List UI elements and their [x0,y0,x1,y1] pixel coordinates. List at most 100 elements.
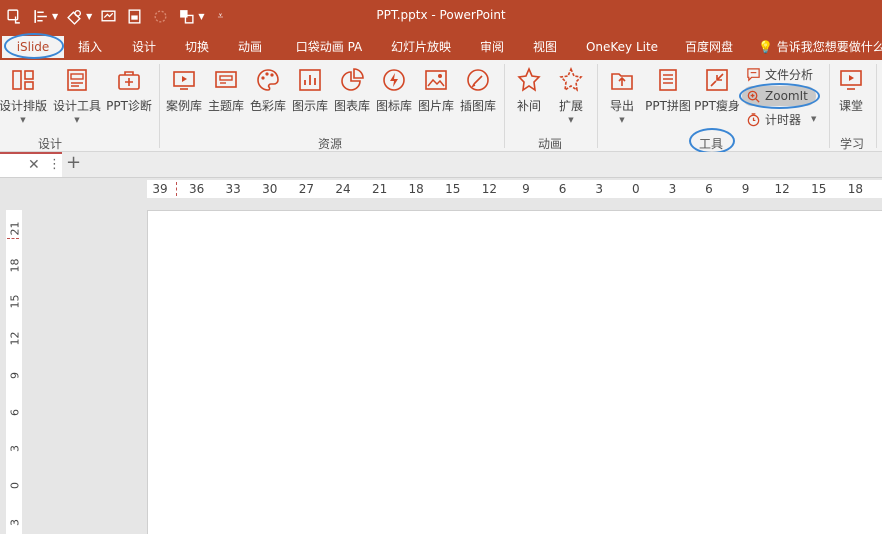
brush-icon [467,69,489,91]
button-label: PPT诊断 [106,99,152,113]
group-divider [876,64,877,148]
button-label: 设计排版 [0,99,47,113]
ruler-tick-label: 27 [298,182,315,196]
tell-me-search[interactable]: 💡 告诉我您想要做什么 [758,36,882,58]
classroom-icon [840,70,862,90]
ruler-tick-label: 15 [445,182,461,196]
ruler-tick-label: 30 [262,182,278,196]
group-label-animation: 动画 [537,137,562,151]
medkit-icon [118,71,140,90]
layout-icon [12,70,34,90]
ruler-tick-label: 6 [8,408,22,416]
button-label: 计时器 [765,112,802,127]
ribbon-tabs: iSlide 插入 设计 切换 动画 口袋动画 PA 幻灯片放映 审阅 视图 O… [0,32,882,60]
button-label: PPT拼图 [645,99,691,113]
classroom-button[interactable]: 课堂 [824,66,878,114]
ribbon: 设计排版 ▼ 设计工具 ▼ PPT诊断 设计 案例库 主题库 色彩库 图示库 图… [0,60,882,154]
puzzle-icon [659,69,677,91]
tab-pocket-animation[interactable]: 口袋动画 PA [290,36,368,58]
case-library-icon [173,71,195,90]
ruler-tick-label: 3 [8,445,22,453]
ruler-tick-label: 6 [558,182,567,196]
image-icon [425,70,447,90]
tab-baidu-pan[interactable]: 百度网盘 [679,36,739,58]
star-icon [517,66,541,92]
ruler-tick-label: 39 [152,182,168,196]
chevron-down-icon: ▼ [74,116,80,124]
ruler-tick-label: 3 [8,518,22,526]
ruler-tick-label: 0 [8,481,22,489]
ruler-tick-label: 9 [741,182,750,196]
ruler-position-marker [7,238,19,239]
document-tab[interactable]: ✕ ⋮ [0,152,62,177]
ruler-tick-label: 6 [705,182,713,196]
zoom-icon [747,90,760,103]
button-label: 插图库 [459,99,496,113]
ruler-position-marker [176,182,177,196]
palette-icon [257,69,279,91]
tab-transitions[interactable]: 切换 [179,36,215,58]
group-label-design: 设计 [37,137,62,151]
ruler-tick-label: 18 [847,182,864,196]
button-label: 扩展 [558,99,583,113]
ruler-tick-label: 12 [8,331,22,346]
vertical-ruler[interactable]: 21 18 15 12 9 6 3 0 3 [6,210,22,534]
tab-design[interactable]: 设计 [126,36,162,58]
button-label: PPT瘦身 [694,99,740,113]
illustration-library-button[interactable]: 插图库 [451,66,505,114]
chevron-down-icon: ▼ [811,115,817,123]
button-label: 课堂 [838,99,863,113]
ruler-tick-label: 9 [522,182,530,196]
ruler-tick-label: 18 [408,182,424,196]
extend-button[interactable]: 扩展 ▼ [544,66,598,124]
ppt-diagnosis-button[interactable]: PPT诊断 [102,66,156,114]
comment-analysis-icon [747,67,760,82]
tab-insert[interactable]: 插入 [72,36,108,58]
ruler-tick-label: 21 [371,182,388,196]
star-extend-icon [559,66,583,92]
tab-islide[interactable]: iSlide [2,36,64,58]
button-label: ZoomIt [765,89,808,103]
timer-icon [747,112,760,126]
more-icon[interactable]: ⋮ [48,157,61,172]
lightning-icon [383,69,405,91]
group-label-learn: 学习 [839,137,864,151]
close-icon[interactable]: ✕ [28,157,40,173]
chevron-down-icon: ▼ [568,116,574,124]
document-tab-strip: ✕ ⋮ + [0,152,882,178]
ppt-slim-button[interactable]: PPT瘦身 [690,66,744,114]
horizontal-ruler[interactable]: 39 36 33 30 27 24 21 18 15 12 9 6 3 0 3 6 9 12 15 18 [147,180,882,198]
ruler-tick-label: 9 [8,371,22,379]
ppt-puzzle-button[interactable]: PPT拼图 [641,66,695,114]
theme-library-icon [215,71,237,88]
compress-icon [706,69,728,91]
button-label: 文件分析 [765,67,814,82]
tab-slideshow[interactable]: 幻灯片放映 [386,36,456,58]
design-tools-button[interactable]: 设计工具 ▼ [50,66,104,124]
ruler-tick-label: 18 [8,258,22,273]
window-title: PPT.pptx - PowerPoint [376,8,506,22]
tab-animations[interactable]: 动画 [232,36,268,58]
ruler-tick-label: 36 [188,182,205,196]
diagram-library-icon [299,69,321,91]
button-label: 设计工具 [52,99,101,113]
timer-button[interactable]: 计时器 ▼ [746,109,816,129]
ruler-tick-label: 33 [225,182,241,196]
ruler-tick-label: 3 [668,182,677,196]
ruler-tick-label: 3 [595,182,604,196]
ruler-tick-label: 15 [8,294,22,309]
tab-onekey[interactable]: OneKey Lite [582,36,662,58]
chevron-down-icon: ▼ [20,116,26,124]
zoomit-button[interactable]: ZoomIt [742,86,816,106]
group-label-tools: 工具 [698,137,723,151]
design-layout-button[interactable]: 设计排版 ▼ [0,66,50,124]
tab-view[interactable]: 视图 [527,36,563,58]
ruler-tick-label: 15 [811,182,827,196]
slide-canvas[interactable] [147,210,882,534]
add-tab-icon[interactable]: + [66,152,81,173]
ruler-tick-label: 12 [481,182,498,196]
title-bar: ▼ ▼ ▼ ⩡ PPT.pptx - PowerPoint [0,0,882,32]
file-analysis-button[interactable]: 文件分析 [746,64,813,84]
ruler-tick-label: 0 [631,182,640,196]
tab-review[interactable]: 审阅 [474,36,510,58]
